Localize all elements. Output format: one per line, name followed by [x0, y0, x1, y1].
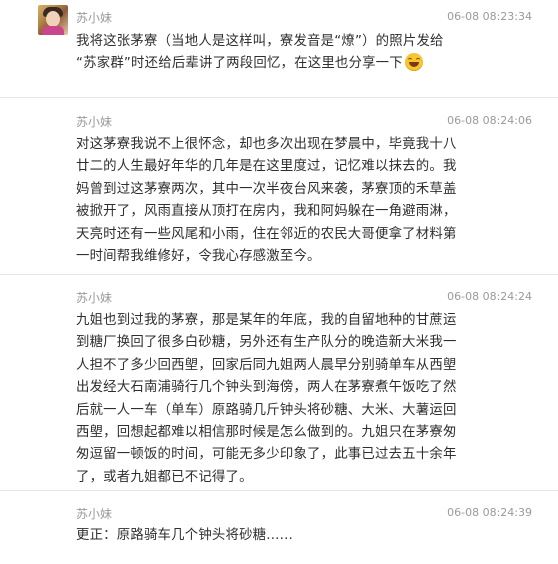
message-line: 更正：原路骑车几个钟头将砂糖...... — [76, 528, 294, 543]
message-item: 苏小妹 06-08 08:24:39 更正：原路骑车几个钟头将砂糖...... — [0, 490, 558, 564]
timestamp: 06-08 08:24:39 — [447, 506, 532, 519]
message-line: 被掀开了，风雨直接从顶打在房内，我和阿妈躲在一角避雨淋， — [76, 204, 457, 220]
message-line-text: “苏家群”时还给后辈讲了两段回忆，在这里也分享一下 — [76, 56, 403, 72]
author-name[interactable]: 苏小妹 — [76, 289, 112, 306]
message-line: 了，或者九姐都已不记得了。 — [76, 469, 253, 485]
message-item: 苏小妹 06-08 08:23:34 我将这张茅寮（当地人是这样叫，寮发音是“燎… — [0, 0, 558, 92]
author-name[interactable]: 苏小妹 — [76, 505, 112, 522]
timestamp: 06-08 08:23:34 — [447, 10, 532, 23]
message-item: 苏小妹 06-08 08:24:06 对这茅寮我说不上很怀念，却也多次出现在梦晨… — [0, 97, 558, 275]
message-line: 妈曾到过这茅寮两次，其中一次半夜台风来袭，茅寮顶的禾草盖 — [76, 181, 457, 197]
author-name[interactable]: 苏小妹 — [76, 9, 112, 26]
avatar[interactable] — [38, 5, 68, 35]
message-line: 天亮时还有一些风尾和小雨，住在邻近的农民大哥便拿了材料第 — [76, 226, 457, 242]
message-line: “苏家群”时还给后辈讲了两段回忆，在这里也分享一下 — [76, 53, 476, 75]
message-text: 九姐也到过我的茅寮，那是某年的年底，我的自留地种的甘蔗运 到糖厂换回了很多白砂糖… — [76, 310, 476, 489]
message-text: 对这茅寮我说不上很怀念，却也多次出现在梦晨中，毕竟我十八 廿二的人生最好年华的几… — [76, 134, 476, 268]
message-line: 到糖厂换回了很多白砂糖，另外还有生产队分的晚造新大米我一 — [76, 335, 457, 351]
author-name[interactable]: 苏小妹 — [76, 113, 112, 130]
message-text: 更正：原路骑车几个钟头将砂糖...... — [76, 525, 476, 547]
message-line: 匆逗留一顿饭的时间，可能无多少印象了，此事已过去五十余年 — [76, 447, 457, 463]
message-line: 西塱，回想起都难以相信那时候是怎么做到的。九姐只在茅寮匆 — [76, 425, 457, 441]
message-text: 我将这张茅寮（当地人是这样叫，寮发音是“燎”）的照片发给 “苏家群”时还给后辈讲… — [76, 31, 476, 76]
timestamp: 06-08 08:24:24 — [447, 290, 532, 303]
message-item: 苏小妹 06-08 08:24:24 九姐也到过我的茅寮，那是某年的年底，我的自… — [0, 274, 558, 491]
message-line: 出发经大石南浦骑行几个钟头到海傍，两人在茅寮煮午饭吃了然 — [76, 380, 457, 396]
message-line: 一时间帮我维修好，令我心存感激至今。 — [76, 249, 321, 265]
message-line: 廿二的人生最好年华的几年是在这里度过，记忆难以抹去的。我 — [76, 159, 457, 175]
timestamp: 06-08 08:24:06 — [447, 114, 532, 127]
message-line: 对这茅寮我说不上很怀念，却也多次出现在梦晨中，毕竟我十八 — [76, 137, 457, 152]
message-line: 我将这张茅寮（当地人是这样叫，寮发音是“燎”）的照片发给 — [76, 34, 444, 49]
grinning-face-emoji-icon — [404, 53, 423, 72]
message-line: 人担不了多少回西塱，回家后同九姐两人晨早分别骑单车从西塱 — [76, 357, 457, 373]
message-line: 九姐也到过我的茅寮，那是某年的年底，我的自留地种的甘蔗运 — [76, 313, 457, 328]
message-line: 后就一人一车（单车）原路骑几斤钟头将砂糖、大米、大薯运回 — [76, 402, 457, 418]
